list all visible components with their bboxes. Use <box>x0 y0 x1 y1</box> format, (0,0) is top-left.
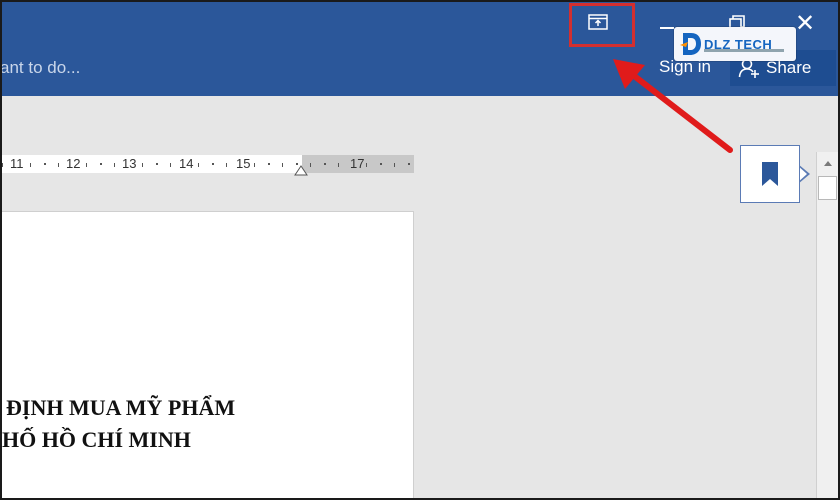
ruler-dot <box>156 163 158 165</box>
ruler-dot <box>100 163 102 165</box>
scroll-thumb[interactable] <box>818 176 837 200</box>
document-title-line-1: ĐỊNH MUA MỸ PHẨM <box>6 395 236 420</box>
ruler-tick <box>170 163 171 167</box>
ruler-tick <box>30 163 31 167</box>
ruler-dot <box>324 163 326 165</box>
document-page[interactable]: ĐỊNH MUA MỸ PHẨM HỐ HỒ CHÍ MINH <box>0 211 414 500</box>
ruler-dot <box>44 163 46 165</box>
ruler-tick <box>2 163 3 167</box>
ruler-tick <box>86 163 87 167</box>
ruler-tick <box>338 163 339 167</box>
document-title-line-2: HỐ HỒ CHÍ MINH <box>2 427 191 452</box>
ruler-tick <box>366 163 367 167</box>
vertical-scrollbar[interactable] <box>816 152 838 500</box>
ruler-tick <box>114 163 115 167</box>
minimize-icon <box>660 27 674 29</box>
ruler-tick <box>282 163 283 167</box>
red-arrow-annotation <box>613 59 733 153</box>
bookmark-icon <box>762 162 778 186</box>
ruler-dot <box>380 163 382 165</box>
tell-me-search[interactable]: ant to do... <box>0 58 80 78</box>
ruler-tick <box>226 163 227 167</box>
ribbon-display-options-button[interactable] <box>586 12 610 32</box>
horizontal-ruler[interactable]: 11 12 13 14 15 17 <box>0 155 414 173</box>
ruler-label: 11 <box>10 156 24 171</box>
ruler-dot <box>408 163 410 165</box>
ruler-tick <box>198 163 199 167</box>
ruler-label: 17 <box>350 156 365 171</box>
ruler-label: 13 <box>122 156 137 171</box>
ruler-label: 12 <box>66 156 81 171</box>
ruler-tick <box>310 163 311 167</box>
bookmark-callout[interactable] <box>740 145 800 203</box>
scroll-up-button[interactable] <box>817 152 838 174</box>
ruler-label: 14 <box>179 156 194 171</box>
indent-marker-icon[interactable] <box>294 164 308 176</box>
scroll-up-arrow-icon <box>823 161 832 166</box>
ruler-label: 15 <box>236 156 251 171</box>
ribbon-display-options-icon <box>588 14 608 30</box>
ruler-tick <box>394 163 395 167</box>
ruler-tick <box>142 163 143 167</box>
close-icon: ✕ <box>794 9 816 37</box>
ruler-tick <box>58 163 59 167</box>
share-label: Share <box>766 58 812 77</box>
ruler-tick <box>254 163 255 167</box>
ruler-dot <box>212 163 214 165</box>
ruler-dot <box>268 163 270 165</box>
